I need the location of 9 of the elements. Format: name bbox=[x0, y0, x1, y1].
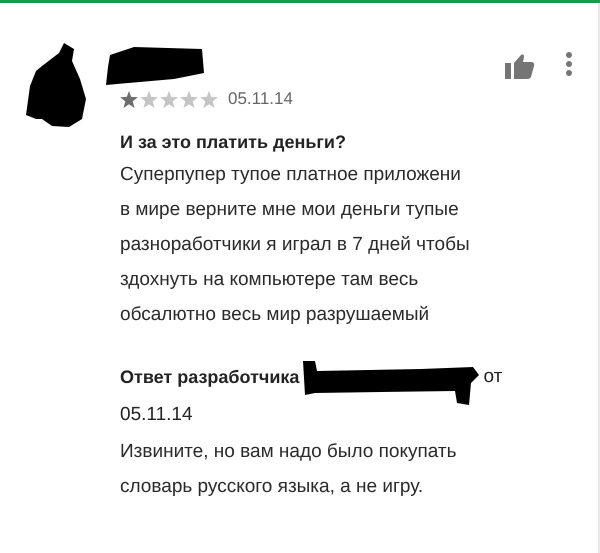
reply-from: от bbox=[483, 366, 502, 388]
review-title: И за это платить деньги? bbox=[120, 131, 347, 154]
more-options-icon[interactable] bbox=[565, 51, 573, 77]
review-text: Суперпупер тупое платное приложени в мире верните мне мои деньги тупые разноработчики я играл в 7 дней чтобы здохнуть на компьютере там весь обсалютно весь мир разрушаемый bbox=[120, 163, 471, 327]
developer-reply-label: Ответ разработчика bbox=[120, 366, 300, 388]
review-date: 05.11.14 bbox=[228, 89, 293, 109]
reply-date: 05.11.14 bbox=[120, 403, 194, 427]
reply-text: Извините, но вам надо было покупать словарь русского языка, а не игру. bbox=[120, 440, 458, 499]
thumbs-up-icon[interactable] bbox=[505, 53, 535, 79]
